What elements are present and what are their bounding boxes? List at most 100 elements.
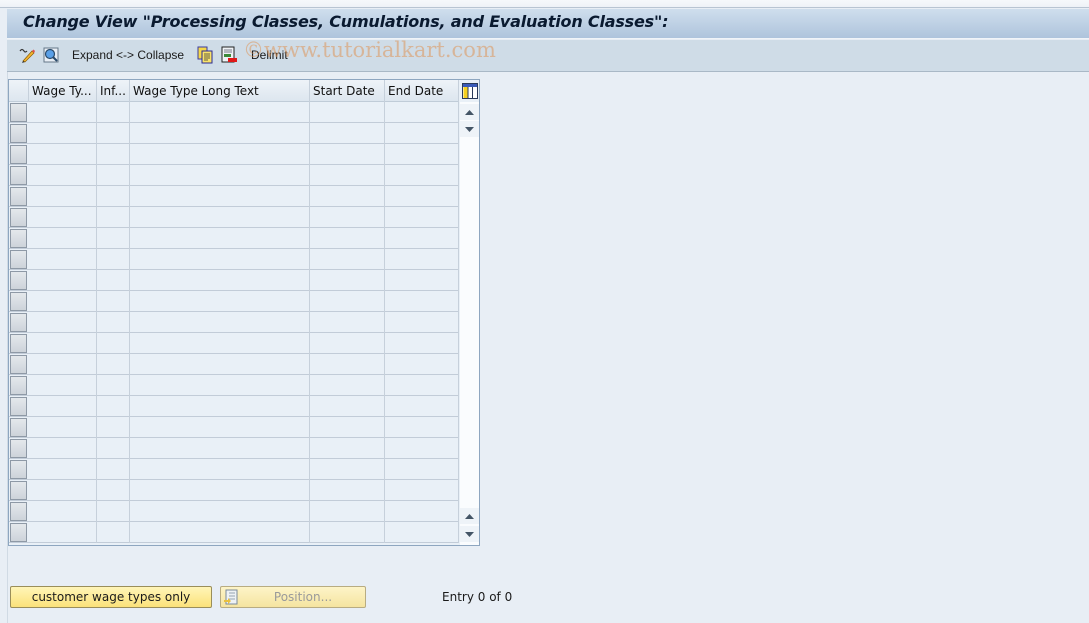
row-selector[interactable] <box>10 397 27 416</box>
cell-end-date[interactable] <box>385 102 459 123</box>
cell-inf[interactable] <box>97 333 130 354</box>
cell-wage-type[interactable] <box>29 501 97 522</box>
cell-inf[interactable] <box>97 144 130 165</box>
customer-wage-types-only-button[interactable]: customer wage types only <box>10 586 212 608</box>
cell-wage-type[interactable] <box>29 123 97 144</box>
cell-wage-type[interactable] <box>29 144 97 165</box>
cell-start-date[interactable] <box>310 354 385 375</box>
cell-start-date[interactable] <box>310 501 385 522</box>
cell-long-text[interactable] <box>130 438 310 459</box>
cell-wage-type[interactable] <box>29 102 97 123</box>
scroll-up-icon[interactable] <box>460 104 479 120</box>
cell-long-text[interactable] <box>130 417 310 438</box>
cell-start-date[interactable] <box>310 459 385 480</box>
cell-inf[interactable] <box>97 417 130 438</box>
delete-icon[interactable] <box>220 46 238 64</box>
scroll-page-down-icon[interactable] <box>460 121 479 137</box>
cell-inf[interactable] <box>97 291 130 312</box>
row-selector[interactable] <box>10 103 27 122</box>
cell-start-date[interactable] <box>310 228 385 249</box>
cell-long-text[interactable] <box>130 144 310 165</box>
cell-long-text[interactable] <box>130 333 310 354</box>
cell-start-date[interactable] <box>310 186 385 207</box>
cell-wage-type[interactable] <box>29 438 97 459</box>
row-selector[interactable] <box>10 208 27 227</box>
cell-inf[interactable] <box>97 249 130 270</box>
vertical-scrollbar[interactable] <box>460 102 479 545</box>
cell-start-date[interactable] <box>310 165 385 186</box>
column-header-wage-type[interactable]: Wage Ty... <box>29 80 97 102</box>
cell-end-date[interactable] <box>385 123 459 144</box>
cell-end-date[interactable] <box>385 207 459 228</box>
cell-end-date[interactable] <box>385 417 459 438</box>
cell-end-date[interactable] <box>385 291 459 312</box>
row-selector[interactable] <box>10 271 27 290</box>
cell-inf[interactable] <box>97 522 130 543</box>
row-selector[interactable] <box>10 523 27 542</box>
column-header-end-date[interactable]: End Date <box>385 80 459 102</box>
cell-start-date[interactable] <box>310 375 385 396</box>
row-selector[interactable] <box>10 460 27 479</box>
cell-start-date[interactable] <box>310 207 385 228</box>
cell-inf[interactable] <box>97 228 130 249</box>
cell-start-date[interactable] <box>310 522 385 543</box>
row-selector[interactable] <box>10 334 27 353</box>
cell-end-date[interactable] <box>385 270 459 291</box>
cell-inf[interactable] <box>97 354 130 375</box>
cell-inf[interactable] <box>97 438 130 459</box>
cell-inf[interactable] <box>97 165 130 186</box>
cell-wage-type[interactable] <box>29 396 97 417</box>
cell-wage-type[interactable] <box>29 522 97 543</box>
cell-inf[interactable] <box>97 123 130 144</box>
column-header-long-text[interactable]: Wage Type Long Text <box>130 80 310 102</box>
row-selector[interactable] <box>10 124 27 143</box>
cell-wage-type[interactable] <box>29 480 97 501</box>
cell-end-date[interactable] <box>385 354 459 375</box>
cell-end-date[interactable] <box>385 312 459 333</box>
cell-end-date[interactable] <box>385 333 459 354</box>
cell-inf[interactable] <box>97 102 130 123</box>
cell-wage-type[interactable] <box>29 270 97 291</box>
cell-wage-type[interactable] <box>29 312 97 333</box>
cell-long-text[interactable] <box>130 228 310 249</box>
cell-long-text[interactable] <box>130 396 310 417</box>
cell-inf[interactable] <box>97 459 130 480</box>
cell-start-date[interactable] <box>310 396 385 417</box>
cell-inf[interactable] <box>97 501 130 522</box>
cell-wage-type[interactable] <box>29 459 97 480</box>
cell-long-text[interactable] <box>130 354 310 375</box>
cell-end-date[interactable] <box>385 480 459 501</box>
row-selector[interactable] <box>10 166 27 185</box>
row-selector[interactable] <box>10 187 27 206</box>
row-selector[interactable] <box>10 355 27 374</box>
cell-start-date[interactable] <box>310 480 385 501</box>
cell-inf[interactable] <box>97 186 130 207</box>
row-selector[interactable] <box>10 439 27 458</box>
cell-wage-type[interactable] <box>29 291 97 312</box>
cell-inf[interactable] <box>97 480 130 501</box>
cell-wage-type[interactable] <box>29 228 97 249</box>
row-selector[interactable] <box>10 502 27 521</box>
cell-long-text[interactable] <box>130 186 310 207</box>
cell-long-text[interactable] <box>130 249 310 270</box>
scroll-page-up-icon[interactable] <box>460 508 479 524</box>
delimit-button[interactable]: Delimit <box>251 48 288 62</box>
cell-start-date[interactable] <box>310 249 385 270</box>
cell-long-text[interactable] <box>130 501 310 522</box>
cell-end-date[interactable] <box>385 459 459 480</box>
cell-long-text[interactable] <box>130 312 310 333</box>
cell-inf[interactable] <box>97 375 130 396</box>
cell-start-date[interactable] <box>310 102 385 123</box>
cell-end-date[interactable] <box>385 249 459 270</box>
cell-start-date[interactable] <box>310 291 385 312</box>
cell-end-date[interactable] <box>385 522 459 543</box>
table-settings-icon[interactable] <box>460 81 479 101</box>
cell-start-date[interactable] <box>310 144 385 165</box>
row-selector[interactable] <box>10 250 27 269</box>
cell-long-text[interactable] <box>130 207 310 228</box>
cell-wage-type[interactable] <box>29 165 97 186</box>
scroll-down-icon[interactable] <box>460 526 479 542</box>
cell-end-date[interactable] <box>385 165 459 186</box>
cell-start-date[interactable] <box>310 270 385 291</box>
row-selector[interactable] <box>10 418 27 437</box>
